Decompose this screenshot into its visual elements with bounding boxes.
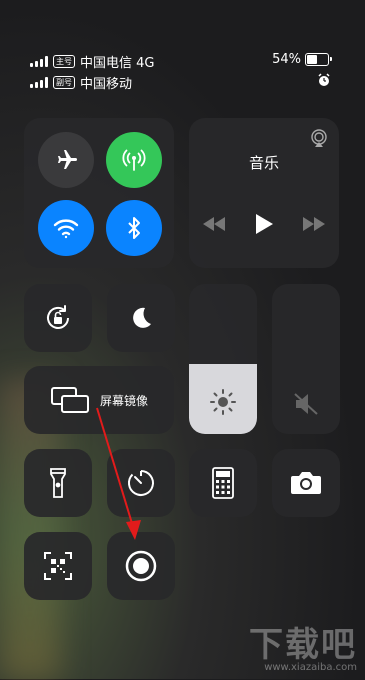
battery-status: 54%: [272, 52, 332, 67]
screen-mirroring-icon: [50, 387, 89, 413]
bluetooth-icon: [128, 217, 140, 239]
calculator-icon: [212, 467, 234, 499]
rotation-lock-button[interactable]: [24, 284, 92, 352]
cellular-antenna-icon: [122, 149, 146, 171]
watermark-logo: 下载吧: [249, 625, 357, 665]
airplane-icon: [58, 150, 77, 169]
sim1-carrier: 中国电信 4G: [80, 56, 155, 71]
wifi-toggle[interactable]: [38, 200, 94, 256]
wifi-icon: [53, 219, 79, 239]
bluetooth-toggle[interactable]: [106, 200, 162, 256]
rotation-lock-icon: [47, 305, 69, 329]
airplane-mode-toggle[interactable]: [38, 132, 94, 188]
flashlight-button[interactable]: [24, 449, 92, 517]
brightness-slider[interactable]: [189, 284, 257, 434]
music-title: 音乐: [248, 154, 279, 172]
battery-percent: 54%: [272, 52, 301, 67]
watermark: 下载吧 www.xiazaiba.com: [249, 617, 357, 673]
sim2-carrier: 中国移动: [80, 77, 133, 92]
sim2-badge: 副号: [53, 76, 75, 89]
screen-mirroring-label: 屏幕镜像: [99, 393, 148, 408]
timer-button[interactable]: [107, 449, 175, 517]
signal-bars-icon: [30, 77, 48, 88]
signal-bars-icon: [30, 56, 48, 67]
timer-icon: [128, 470, 154, 496]
screen-recording-button[interactable]: [107, 532, 175, 600]
do-not-disturb-button[interactable]: [107, 284, 175, 352]
battery-icon: [305, 53, 332, 66]
camera-icon: [291, 472, 321, 494]
alarm-clock-icon: [318, 73, 330, 86]
sim1-badge: 主号: [53, 55, 75, 68]
moon-icon: [133, 307, 151, 328]
qr-scanner-button[interactable]: [24, 532, 92, 600]
cellular-data-toggle[interactable]: [106, 132, 162, 188]
calculator-button[interactable]: [189, 449, 257, 517]
airplay-icon[interactable]: [309, 128, 329, 148]
camera-button[interactable]: [272, 449, 340, 517]
music-panel[interactable]: 音乐: [189, 118, 339, 268]
connectivity-panel: [24, 118, 174, 268]
sim1-row: 主号 中国电信 4G: [30, 52, 154, 71]
qr-code-icon: [44, 552, 72, 580]
volume-slider[interactable]: [272, 284, 340, 434]
screen-mirroring-button[interactable]: 屏幕镜像: [24, 366, 174, 434]
status-bar: 主号 中国电信 4G 副号 中国移动 54%: [0, 0, 365, 100]
watermark-url: www.xiazaiba.com: [264, 662, 357, 673]
brightness-icon-wrap: [189, 388, 257, 416]
flashlight-icon: [50, 468, 66, 498]
volume-icon-wrap: [272, 392, 340, 416]
play-icon[interactable]: [255, 214, 273, 234]
sim2-row: 副号 中国移动: [30, 73, 132, 92]
previous-track-icon[interactable]: [203, 217, 225, 231]
speaker-muted-icon: [294, 393, 318, 415]
sun-icon: [210, 389, 236, 415]
music-controls: [189, 214, 339, 234]
screen-record-icon: [125, 550, 157, 582]
next-track-icon[interactable]: [303, 217, 325, 231]
